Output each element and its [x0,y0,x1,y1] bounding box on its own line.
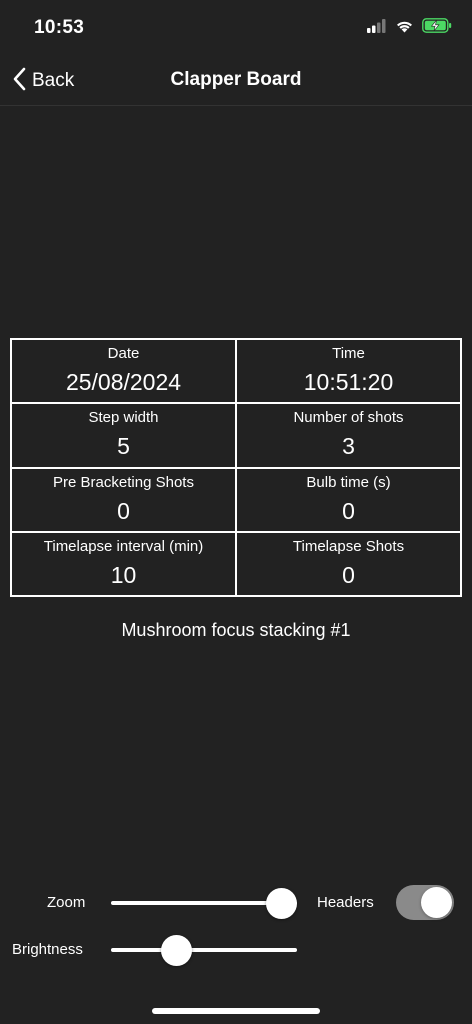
cell-date: Date 25/08/2024 [11,339,236,404]
cell-value: 25/08/2024 [65,369,182,395]
screen: 10:53 Back Clapper Board Date 25/08/2024… [0,0,472,1024]
cell-value: 0 [342,561,355,588]
cell-label: Number of shots [293,409,404,427]
zoom-slider[interactable] [111,886,297,921]
session-caption: Mushroom focus stacking #1 [121,620,351,640]
status-icons [367,18,452,38]
cell-value: 5 [117,433,130,460]
cell-label: Step width [88,409,159,427]
cell-label: Timelapse interval (min) [43,537,204,555]
zoom-slider-thumb[interactable] [266,888,297,919]
brightness-slider-thumb[interactable] [160,935,192,966]
cell-label: Bulb time (s) [306,473,391,491]
page-title: Clapper Board [170,69,302,90]
home-indicator[interactable] [152,1008,320,1014]
headers-toggle[interactable] [396,885,454,920]
cell-value: 0 [342,497,355,524]
zoom-label: Zoom [47,894,86,911]
cell-value: 3 [342,433,355,460]
cell-value: 0 [117,497,130,524]
cell-label: Date [107,345,140,362]
status-time: 10:53 [34,17,85,38]
cell-label: Pre Bracketing Shots [53,473,194,491]
cell-time: Time 10:51:20 [236,339,461,404]
cell-timelapse-interval: Timelapse interval (min) 10 [11,531,236,596]
cell-label: Timelapse Shots [292,537,405,555]
cell-pre-bracketing-shots: Pre Bracketing Shots 0 [11,467,236,532]
cell-step-width: Step width 5 [11,403,236,468]
brightness-label: Brightness [12,941,83,958]
brightness-slider-track[interactable] [111,948,297,952]
wifi-icon [395,19,414,38]
cellular-signal-icon [367,18,387,38]
cell-timelapse-shots: Timelapse Shots 0 [236,531,461,596]
cell-value: 10:51:20 [303,369,394,395]
status-bar: 10:53 [0,0,472,56]
cell-number-of-shots: Number of shots 3 [236,403,461,468]
clapper-grid: Date 25/08/2024 Time 10:51:20 Step width… [10,338,462,597]
brightness-slider[interactable] [111,933,297,968]
battery-charging-icon [422,18,452,38]
cell-bulb-time: Bulb time (s) 0 [236,467,461,532]
navigation-bar: Back Clapper Board [0,56,472,106]
cell-value: 10 [110,561,137,588]
headers-toggle-knob[interactable] [421,887,452,918]
cell-label: Time [332,345,365,362]
headers-label: Headers [317,894,374,911]
